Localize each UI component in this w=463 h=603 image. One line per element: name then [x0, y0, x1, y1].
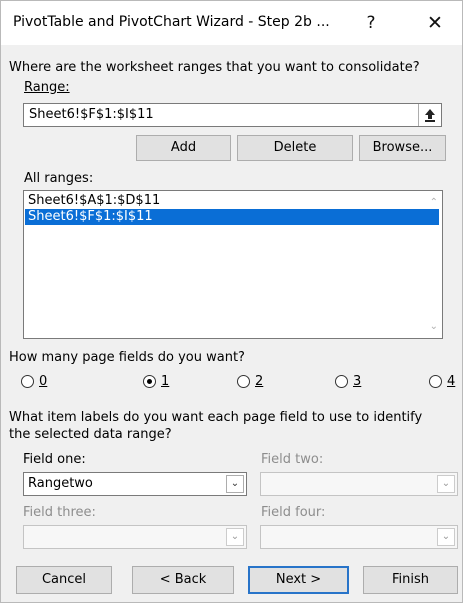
cancel-button[interactable]: Cancel	[16, 566, 112, 594]
field-two-combo: ⌄	[260, 472, 458, 496]
radio-circle-icon	[237, 375, 250, 388]
title-bar: PivotTable and PivotChart Wizard - Step …	[1, 1, 462, 45]
range-input[interactable]: Sheet6!$F$1:$I$11	[23, 103, 442, 127]
radio-page-fields-3[interactable]: 3	[335, 374, 361, 389]
radio-page-fields-2[interactable]: 2	[237, 374, 263, 389]
close-button[interactable]: ✕	[415, 6, 455, 40]
field-four-label: Field four:	[261, 505, 326, 520]
field-one-label: Field one:	[23, 452, 86, 467]
add-button[interactable]: Add	[136, 135, 231, 161]
range-input-value: Sheet6!$F$1:$I$11	[29, 107, 154, 122]
collapse-arrow-icon	[425, 109, 435, 122]
radio-checked-icon	[143, 375, 156, 388]
finish-label: Finish	[391, 572, 429, 587]
next-label: Next >	[275, 572, 322, 587]
ranges-question: Where are the worksheet ranges that you …	[9, 60, 420, 75]
radio-page-fields-0[interactable]: 0	[21, 374, 47, 389]
chevron-down-icon: ⌄	[437, 528, 455, 546]
list-item-selected[interactable]: Sheet6!$F$1:$I$11	[25, 209, 439, 225]
back-label: < Back	[159, 572, 207, 587]
chevron-down-icon[interactable]: ⌄	[226, 475, 244, 493]
browse-label: Browse...	[372, 140, 433, 155]
field-four-combo: ⌄	[260, 525, 458, 549]
field-three-label: Field three:	[23, 505, 96, 520]
list-item[interactable]: Sheet6!$A$1:$D$11	[25, 193, 439, 209]
chevron-down-icon: ⌄	[226, 528, 244, 546]
help-button[interactable]: ?	[351, 6, 391, 40]
delete-button[interactable]: Delete	[237, 135, 353, 161]
radio-page-fields-1[interactable]: 1	[143, 374, 169, 389]
browse-button[interactable]: Browse...	[359, 135, 446, 161]
dialog-title: PivotTable and PivotChart Wizard - Step …	[13, 14, 330, 30]
scroll-up-icon[interactable]: ⌃	[430, 197, 438, 208]
field-one-combo[interactable]: Rangetwo ⌄	[23, 472, 247, 496]
field-three-combo: ⌄	[23, 525, 247, 549]
back-button[interactable]: < Back	[132, 566, 234, 594]
item-labels-question-line2: the selected data range?	[9, 427, 172, 442]
next-button[interactable]: Next >	[248, 566, 349, 594]
finish-button[interactable]: Finish	[363, 566, 458, 594]
range-label: Range:	[24, 80, 70, 95]
radio-circle-icon	[21, 375, 34, 388]
cancel-label: Cancel	[41, 572, 87, 587]
page-fields-question: How many page fields do you want?	[9, 350, 245, 365]
pivot-wizard-dialog: PivotTable and PivotChart Wizard - Step …	[0, 0, 463, 603]
scroll-down-icon[interactable]: ⌄	[430, 321, 438, 332]
all-ranges-listbox[interactable]: Sheet6!$A$1:$D$11 Sheet6!$F$1:$I$11 ⌃ ⌄	[23, 190, 443, 339]
add-label: Add	[170, 140, 197, 155]
collapse-dialog-button[interactable]	[418, 104, 441, 126]
radio-circle-icon	[335, 375, 348, 388]
all-ranges-label: All ranges:	[24, 171, 94, 186]
item-labels-question-line1: What item labels do you want each page f…	[9, 410, 423, 425]
field-two-label: Field two:	[261, 452, 324, 467]
chevron-down-icon: ⌄	[437, 475, 455, 493]
radio-circle-icon	[429, 375, 442, 388]
radio-page-fields-4[interactable]: 4	[429, 374, 455, 389]
field-one-value: Rangetwo	[28, 476, 93, 491]
delete-label: Delete	[273, 140, 317, 155]
